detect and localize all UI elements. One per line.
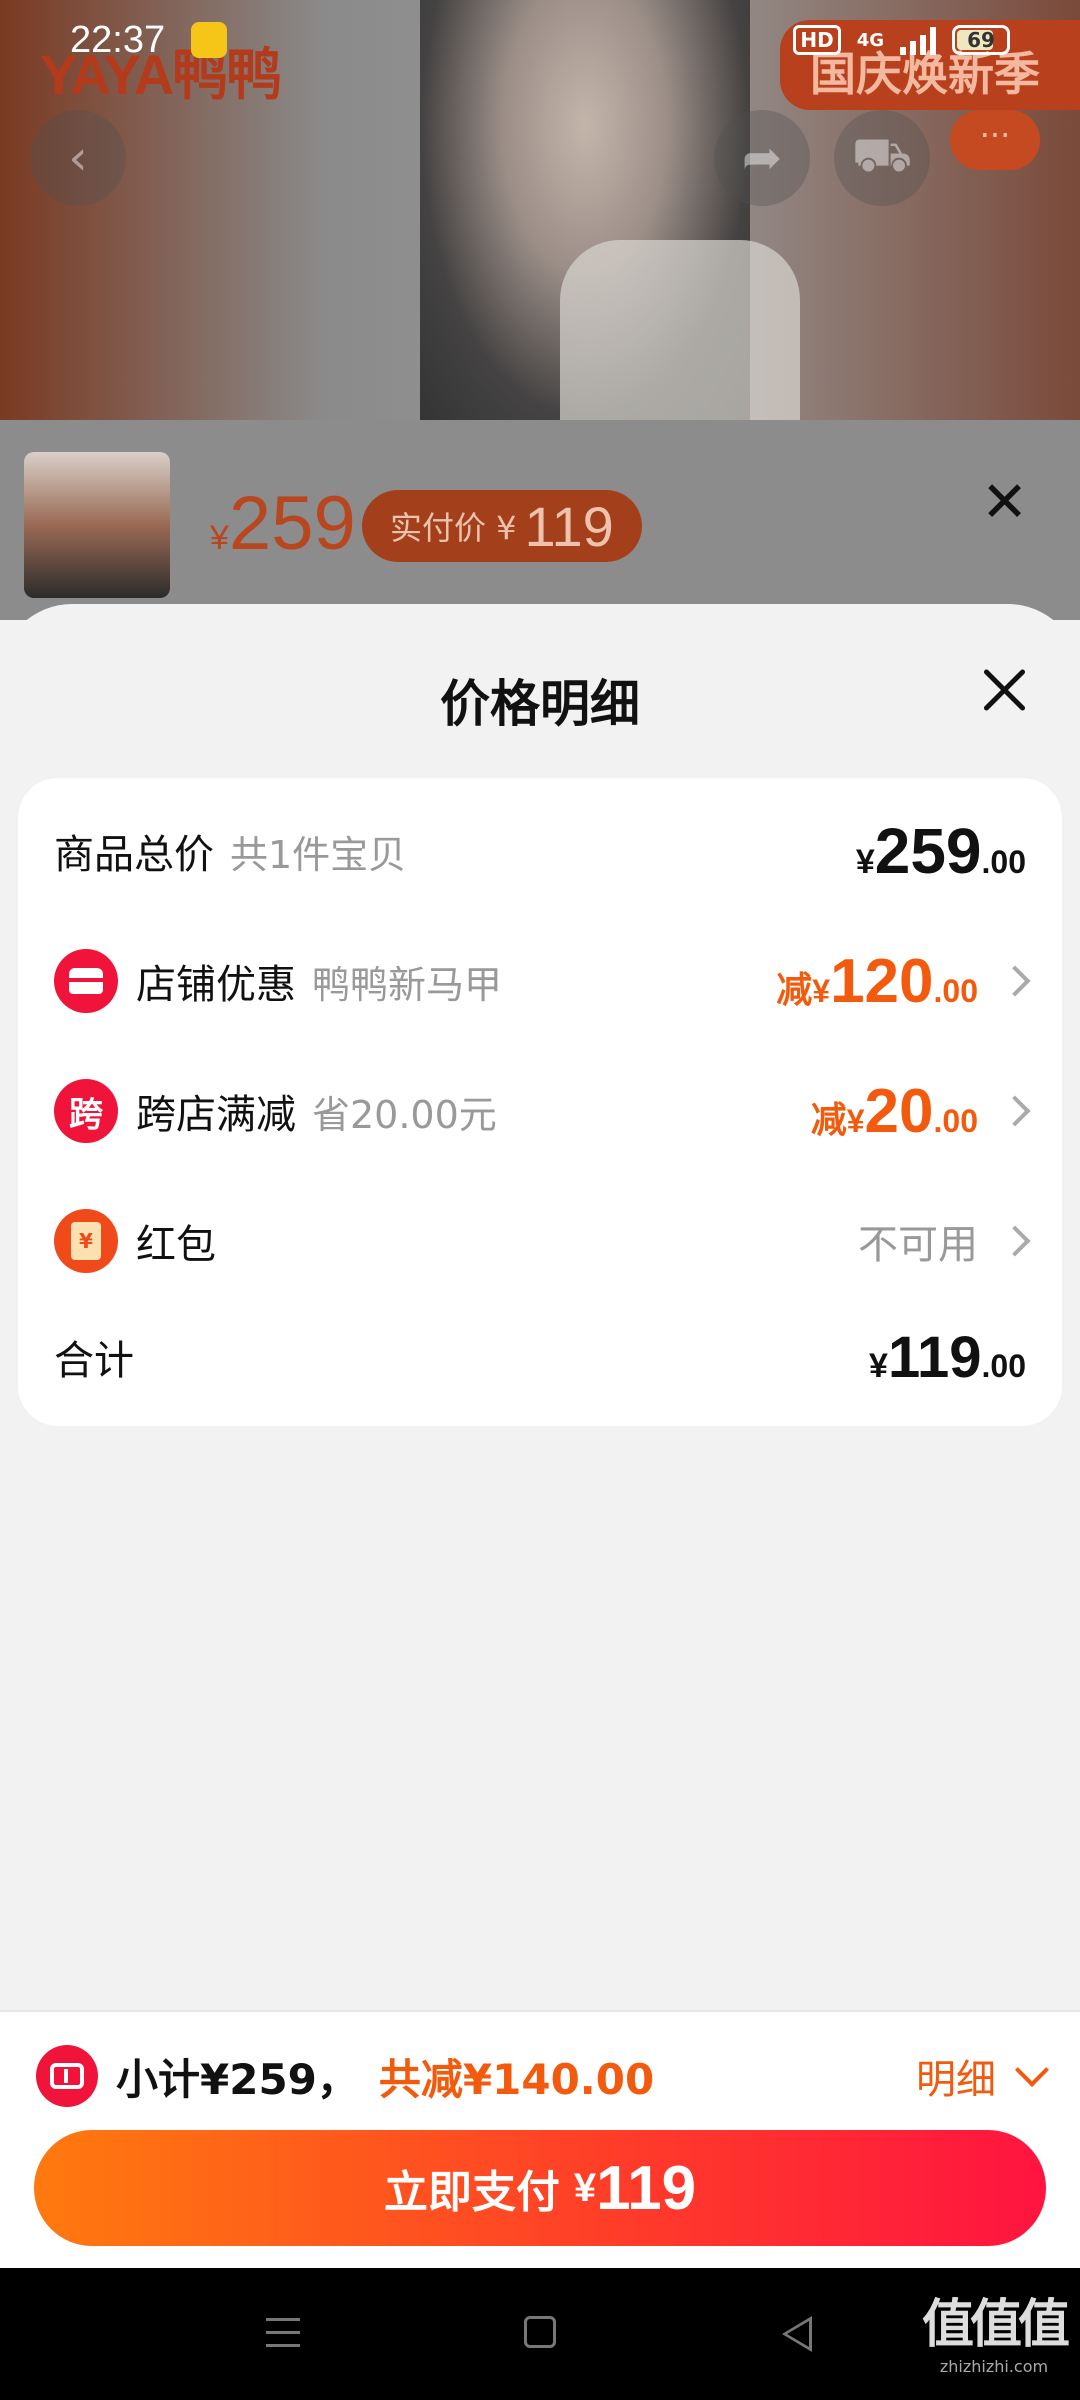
- signal-icon: [900, 25, 936, 55]
- share-icon: ➦: [741, 130, 783, 186]
- status-time: 22:37: [70, 18, 166, 61]
- saved-text: 共减¥140.00: [378, 2054, 655, 2104]
- price-dec: .00: [933, 972, 978, 1009]
- price-dec: .00: [981, 1347, 1026, 1384]
- sku-price-yen: ¥: [210, 519, 229, 557]
- sku-thumbnail: [24, 452, 170, 598]
- row-label: 合计: [54, 1338, 134, 1384]
- store-icon: [54, 949, 118, 1013]
- row-label: 店铺优惠: [136, 962, 296, 1008]
- yen-sign: ¥: [812, 972, 831, 1009]
- pay-label: 立即支付: [383, 2167, 560, 2218]
- discount-prefix: 减: [776, 968, 813, 1010]
- row-red-packet[interactable]: ¥ 红包 不可用: [18, 1176, 1062, 1306]
- sku-paid-value: 119: [524, 494, 614, 558]
- yen-sign: ¥: [846, 1102, 865, 1139]
- row-goods-total: 商品总价 共1件宝贝 ¥259.00: [18, 786, 1062, 916]
- recent-apps-icon[interactable]: [266, 2318, 300, 2357]
- back-button[interactable]: ‹: [30, 110, 126, 206]
- price-int: 119: [887, 1324, 982, 1390]
- sku-paid-label: 实付价 ¥: [390, 509, 517, 547]
- status-bar: 22:37 HD 4G 69: [0, 0, 1080, 80]
- cart-icon: ⛟: [851, 127, 913, 183]
- coupon-icon: [36, 2045, 98, 2107]
- pay-yen: ¥: [573, 2165, 597, 2210]
- row-value: 不可用: [858, 1212, 1031, 1270]
- system-nav-bar: 值值值 zhizhizhi.com: [0, 2268, 1080, 2400]
- more-button[interactable]: ···: [950, 110, 1040, 170]
- price-int: 259: [874, 815, 982, 887]
- chevron-right-icon: [999, 1095, 1031, 1127]
- discount-prefix: 减: [810, 1098, 847, 1140]
- chevron-right-icon: [999, 1225, 1031, 1257]
- price-int: 120: [830, 946, 934, 1016]
- cross-store-icon: 跨: [54, 1079, 118, 1143]
- checkout-footer: 小计¥259， 共减¥140.00 明细 立即支付 ¥ 119: [0, 2010, 1080, 2268]
- row-value: 减 ¥20.00: [810, 1076, 1031, 1147]
- row-label: 红包: [136, 1222, 216, 1268]
- model-sweater: [560, 240, 800, 420]
- home-icon[interactable]: [524, 2316, 556, 2348]
- price-dec: .00: [981, 844, 1026, 880]
- row-cross-store-discount[interactable]: 跨 跨店满减 省20.00元 减 ¥20.00: [18, 1046, 1062, 1176]
- price-breakdown-card: 商品总价 共1件宝贝 ¥259.00 店铺优惠 鸭鸭新马甲 减 ¥120.00 跨…: [18, 778, 1062, 1426]
- row-label: 商品总价: [54, 832, 214, 878]
- watermark-url: zhizhizhi.com: [939, 2357, 1049, 2376]
- row-label: 跨店满减: [136, 1092, 296, 1138]
- row-value: ¥259.00: [856, 814, 1026, 888]
- price-dec: .00: [933, 1102, 978, 1139]
- chevron-down-icon: [1015, 2053, 1049, 2087]
- row-sub: 共1件宝贝: [230, 832, 407, 877]
- sku-price-value: 259: [228, 481, 356, 566]
- row-store-discount[interactable]: 店铺优惠 鸭鸭新马甲 减 ¥120.00: [18, 916, 1062, 1046]
- watermark: 值值值 zhizhizhi.com: [921, 2282, 1070, 2376]
- subtotal-text: 小计¥259，: [116, 2054, 359, 2104]
- chevron-right-icon: [999, 965, 1031, 997]
- row-sub: 省20.00元: [312, 1092, 497, 1137]
- sku-close-icon[interactable]: ✕: [981, 470, 1028, 535]
- detail-toggle[interactable]: 明细: [916, 2047, 1049, 2105]
- notification-app-icon: [191, 22, 228, 58]
- red-packet-icon: ¥: [54, 1209, 118, 1273]
- network-type: 4G: [856, 29, 884, 51]
- pay-amount: 119: [596, 2153, 697, 2223]
- share-button[interactable]: ➦: [714, 110, 810, 206]
- row-total: 合计 ¥119.00: [18, 1292, 1062, 1422]
- back-triangle-icon[interactable]: [782, 2316, 812, 2352]
- price-int: 20: [864, 1076, 934, 1146]
- yen-sign: ¥: [855, 843, 875, 881]
- battery-icon: 69: [952, 25, 1010, 55]
- summary-line: 小计¥259， 共减¥140.00 明细: [36, 2036, 1049, 2116]
- close-icon[interactable]: [974, 660, 1034, 720]
- sku-price: ¥259: [210, 480, 356, 567]
- row-value: 减 ¥120.00: [776, 946, 1031, 1017]
- pay-now-button[interactable]: 立即支付 ¥ 119: [34, 2130, 1046, 2246]
- sheet-title: 价格明细: [440, 675, 640, 733]
- unavailable-text: 不可用: [858, 1222, 978, 1268]
- watermark-logo: 值值值: [921, 2295, 1070, 2355]
- red-packet-glyph: ¥: [71, 1222, 101, 1260]
- row-sub: 鸭鸭新马甲: [312, 962, 503, 1007]
- yen-sign: ¥: [869, 1346, 888, 1385]
- cart-button[interactable]: ⛟: [834, 110, 930, 206]
- battery-level: 69: [967, 28, 995, 52]
- back-arrow-icon: ‹: [68, 130, 88, 186]
- detail-label: 明细: [916, 2057, 996, 2103]
- hd-badge: HD: [793, 25, 841, 55]
- sku-paid-price-pill: 实付价 ¥ 119: [362, 490, 642, 562]
- row-value: ¥119.00: [869, 1324, 1026, 1391]
